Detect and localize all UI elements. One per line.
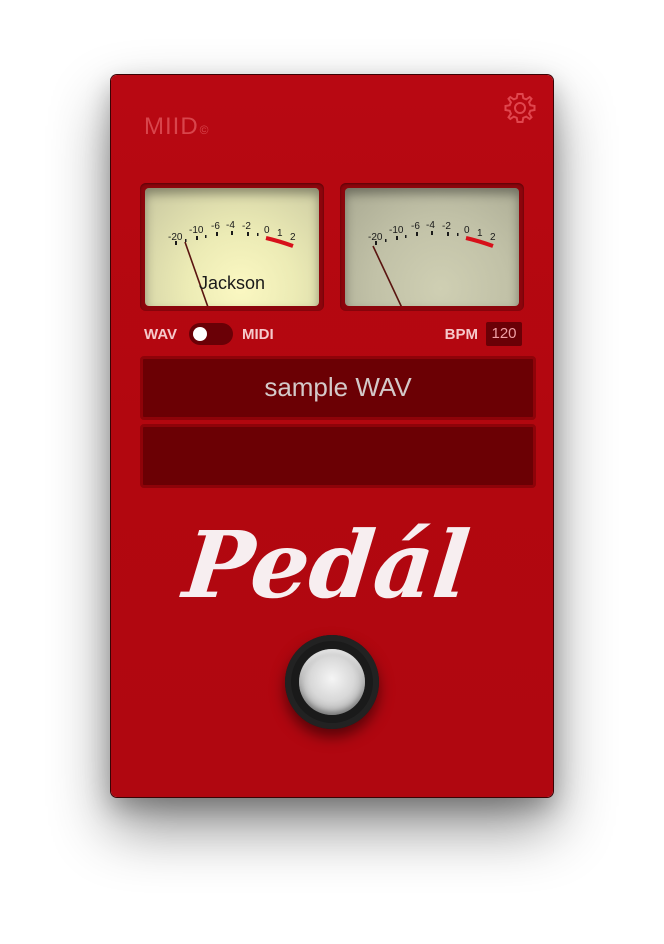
toggle-knob [193, 327, 207, 341]
scale-tick-label: -10 [189, 225, 204, 236]
vu-meter-right-face: -20 -10 -6 -4 -2 0 1 2 [345, 188, 519, 306]
meter-label: Jackson [198, 273, 266, 293]
scale-tick-label: -6 [411, 221, 420, 232]
vu-meter-left-face: -20 -10 -6 -4 -2 0 1 2 Jackson [145, 188, 319, 306]
scale-tick-label: 0 [264, 225, 270, 236]
scale-tick-label: -2 [242, 221, 251, 232]
scale-tick-label: -4 [226, 220, 235, 231]
display-line-1: sample WAV [140, 356, 536, 420]
meter-needle [372, 245, 403, 306]
scale-tick-label: -2 [442, 221, 451, 232]
display-line-1-text: sample WAV [264, 372, 412, 402]
mode-controls: WAV MIDI BPM 120 [144, 321, 522, 347]
bpm-input[interactable]: 120 [486, 322, 522, 346]
vu-meter-right-scale: -20 -10 -6 -4 -2 0 1 2 [368, 220, 496, 306]
wav-label: WAV [144, 326, 178, 343]
brand-name: MIID [144, 113, 199, 140]
scale-tick-label: 1 [277, 228, 283, 239]
brand-logo: MIID© [144, 113, 210, 141]
settings-button[interactable] [503, 91, 537, 125]
pedal-logo-text: Pedál [176, 510, 475, 615]
bpm-label: BPM [444, 326, 478, 343]
copyright-mark: © [199, 123, 210, 137]
scale-tick-label: -10 [389, 225, 404, 236]
midi-label: MIDI [242, 326, 274, 343]
scale-tick-label: 2 [490, 232, 496, 243]
pedal-window: MIID© -2 0 -10 -6 -4 -2 0 1 2 Jackson -20… [111, 75, 553, 797]
scale-tick-label: 2 [290, 232, 296, 243]
scale-tick-label: 0 [464, 225, 470, 236]
scale-tick-label: -6 [211, 221, 220, 232]
vu-meter-right: -20 -10 -6 -4 -2 0 1 2 [340, 183, 524, 311]
pedal-logo: Pedál [176, 510, 475, 615]
footswitch-button[interactable] [285, 635, 379, 729]
footswitch-icon [299, 649, 365, 715]
display-line-2 [140, 424, 536, 488]
wav-midi-toggle[interactable] [189, 323, 233, 345]
vu-meter-left: -20 -10 -6 -4 -2 0 1 2 Jackson [140, 183, 324, 311]
scale-tick-label: -4 [426, 220, 435, 231]
gear-icon [504, 93, 536, 123]
scale-tick-label: 1 [477, 228, 483, 239]
